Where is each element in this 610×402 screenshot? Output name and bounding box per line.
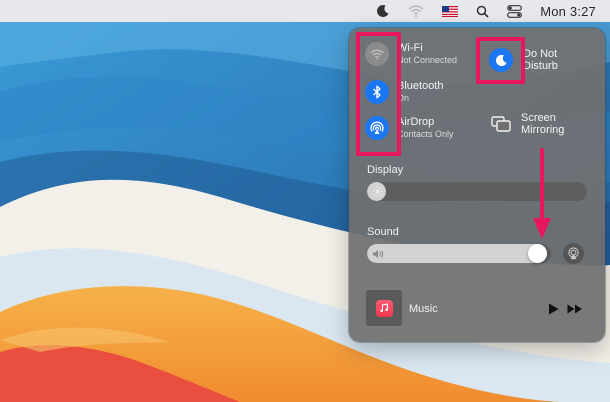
fast-forward-icon [567,304,582,314]
music-app-icon [375,299,393,317]
do-not-disturb-title-line2: Disturb [523,60,558,72]
do-not-disturb-title-line1: Do Not [523,48,558,60]
moon-icon[interactable] [376,0,390,22]
wifi-title: Wi-Fi [397,42,423,54]
airdrop-title: AirDrop [397,116,435,128]
airdrop-icon[interactable] [365,116,389,140]
control-center-panel: Wi-Fi Not Connected Bluetooth On AirDrop… [349,28,605,342]
play-icon [548,303,558,315]
control-center-icon[interactable] [507,0,523,22]
menu-bar: Mon 3:27 [0,0,610,22]
screen-mirroring-title-line1: Screen [521,112,556,124]
screen-mirroring-title-line2: Mirroring [521,124,565,136]
do-not-disturb-tile[interactable]: Do Not Disturb [489,48,558,72]
play-button[interactable] [546,302,560,316]
search-icon[interactable] [476,0,489,22]
sound-slider[interactable] [367,244,551,263]
airdrop-tile[interactable]: AirDrop Contacts Only [365,116,454,140]
bluetooth-icon[interactable] [365,80,389,104]
wifi-status: Not Connected [397,55,458,65]
wifi-icon[interactable] [365,42,389,66]
speaker-icon [371,247,384,260]
bluetooth-title: Bluetooth [397,80,444,92]
display-slider[interactable] [367,182,587,201]
wifi-tile[interactable]: Wi-Fi Not Connected [365,42,457,66]
bluetooth-tile[interactable]: Bluetooth On [365,80,443,104]
menu-bar-clock[interactable]: Mon 3:27 [540,0,596,22]
screen-mirroring-tile[interactable]: Screen Mirroring [489,112,564,136]
moon-icon[interactable] [489,48,513,72]
sound-slider-fill [367,244,548,263]
wifi-icon[interactable] [408,0,424,22]
airplay-audio-button[interactable] [563,243,584,264]
now-playing-app: Music [409,303,438,315]
screen-mirroring-icon[interactable] [489,112,513,136]
sun-icon [371,185,384,198]
bluetooth-status: On [397,93,410,103]
airplay-audio-icon [568,247,579,260]
sound-label: Sound [367,226,399,238]
display-label: Display [367,164,404,176]
next-track-button[interactable] [566,303,584,315]
music-artwork[interactable] [366,290,402,326]
annotation-arrow [533,148,551,239]
us-flag-icon[interactable] [442,0,459,22]
airdrop-status: Contacts Only [397,129,454,139]
